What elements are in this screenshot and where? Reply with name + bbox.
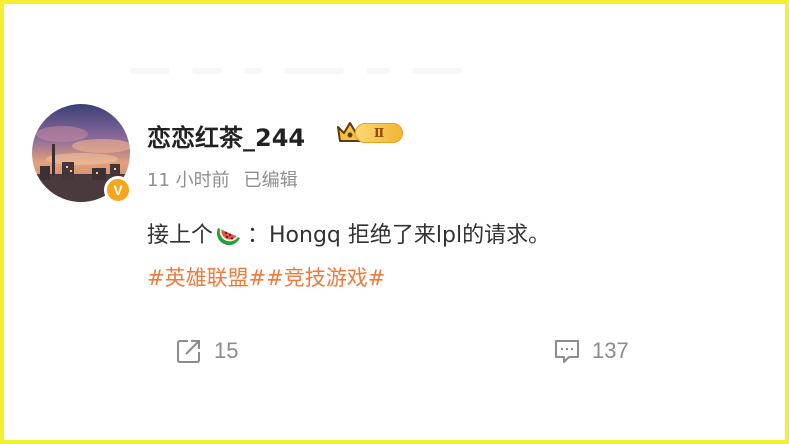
edited-label: 已编辑 <box>243 170 298 191</box>
post-content: 接上个 ：Hongq 拒绝了来lpl的请求。 <box>147 217 550 249</box>
verified-badge-icon: V <box>104 176 132 204</box>
share-icon <box>177 340 200 363</box>
topic-tag-league-of-legends[interactable]: #英雄联盟# <box>147 262 266 292</box>
comment-button[interactable]: 137 <box>552 336 629 366</box>
content-suffix: ：Hongq 拒绝了来lpl的请求。 <box>247 223 551 248</box>
topic-tag-competitive-games[interactable]: #竞技游戏# <box>266 262 385 292</box>
username[interactable]: 恋恋红茶_244 <box>147 118 305 153</box>
content-prefix: 接上个 <box>147 223 214 248</box>
topic-tags: #英雄联盟# #竞技游戏# <box>147 262 385 292</box>
level-badge[interactable]: Ⅱ <box>355 123 403 143</box>
post-time: 11 小时前 <box>147 170 230 191</box>
watermelon-emoji-icon <box>216 228 241 246</box>
faded-previous-content <box>130 64 490 78</box>
share-button[interactable]: 15 <box>174 336 238 366</box>
comment-count: 137 <box>592 338 629 363</box>
share-count: 15 <box>214 338 239 363</box>
comment-icon <box>555 340 579 363</box>
post-meta: 11 小时前 已编辑 <box>147 166 298 192</box>
